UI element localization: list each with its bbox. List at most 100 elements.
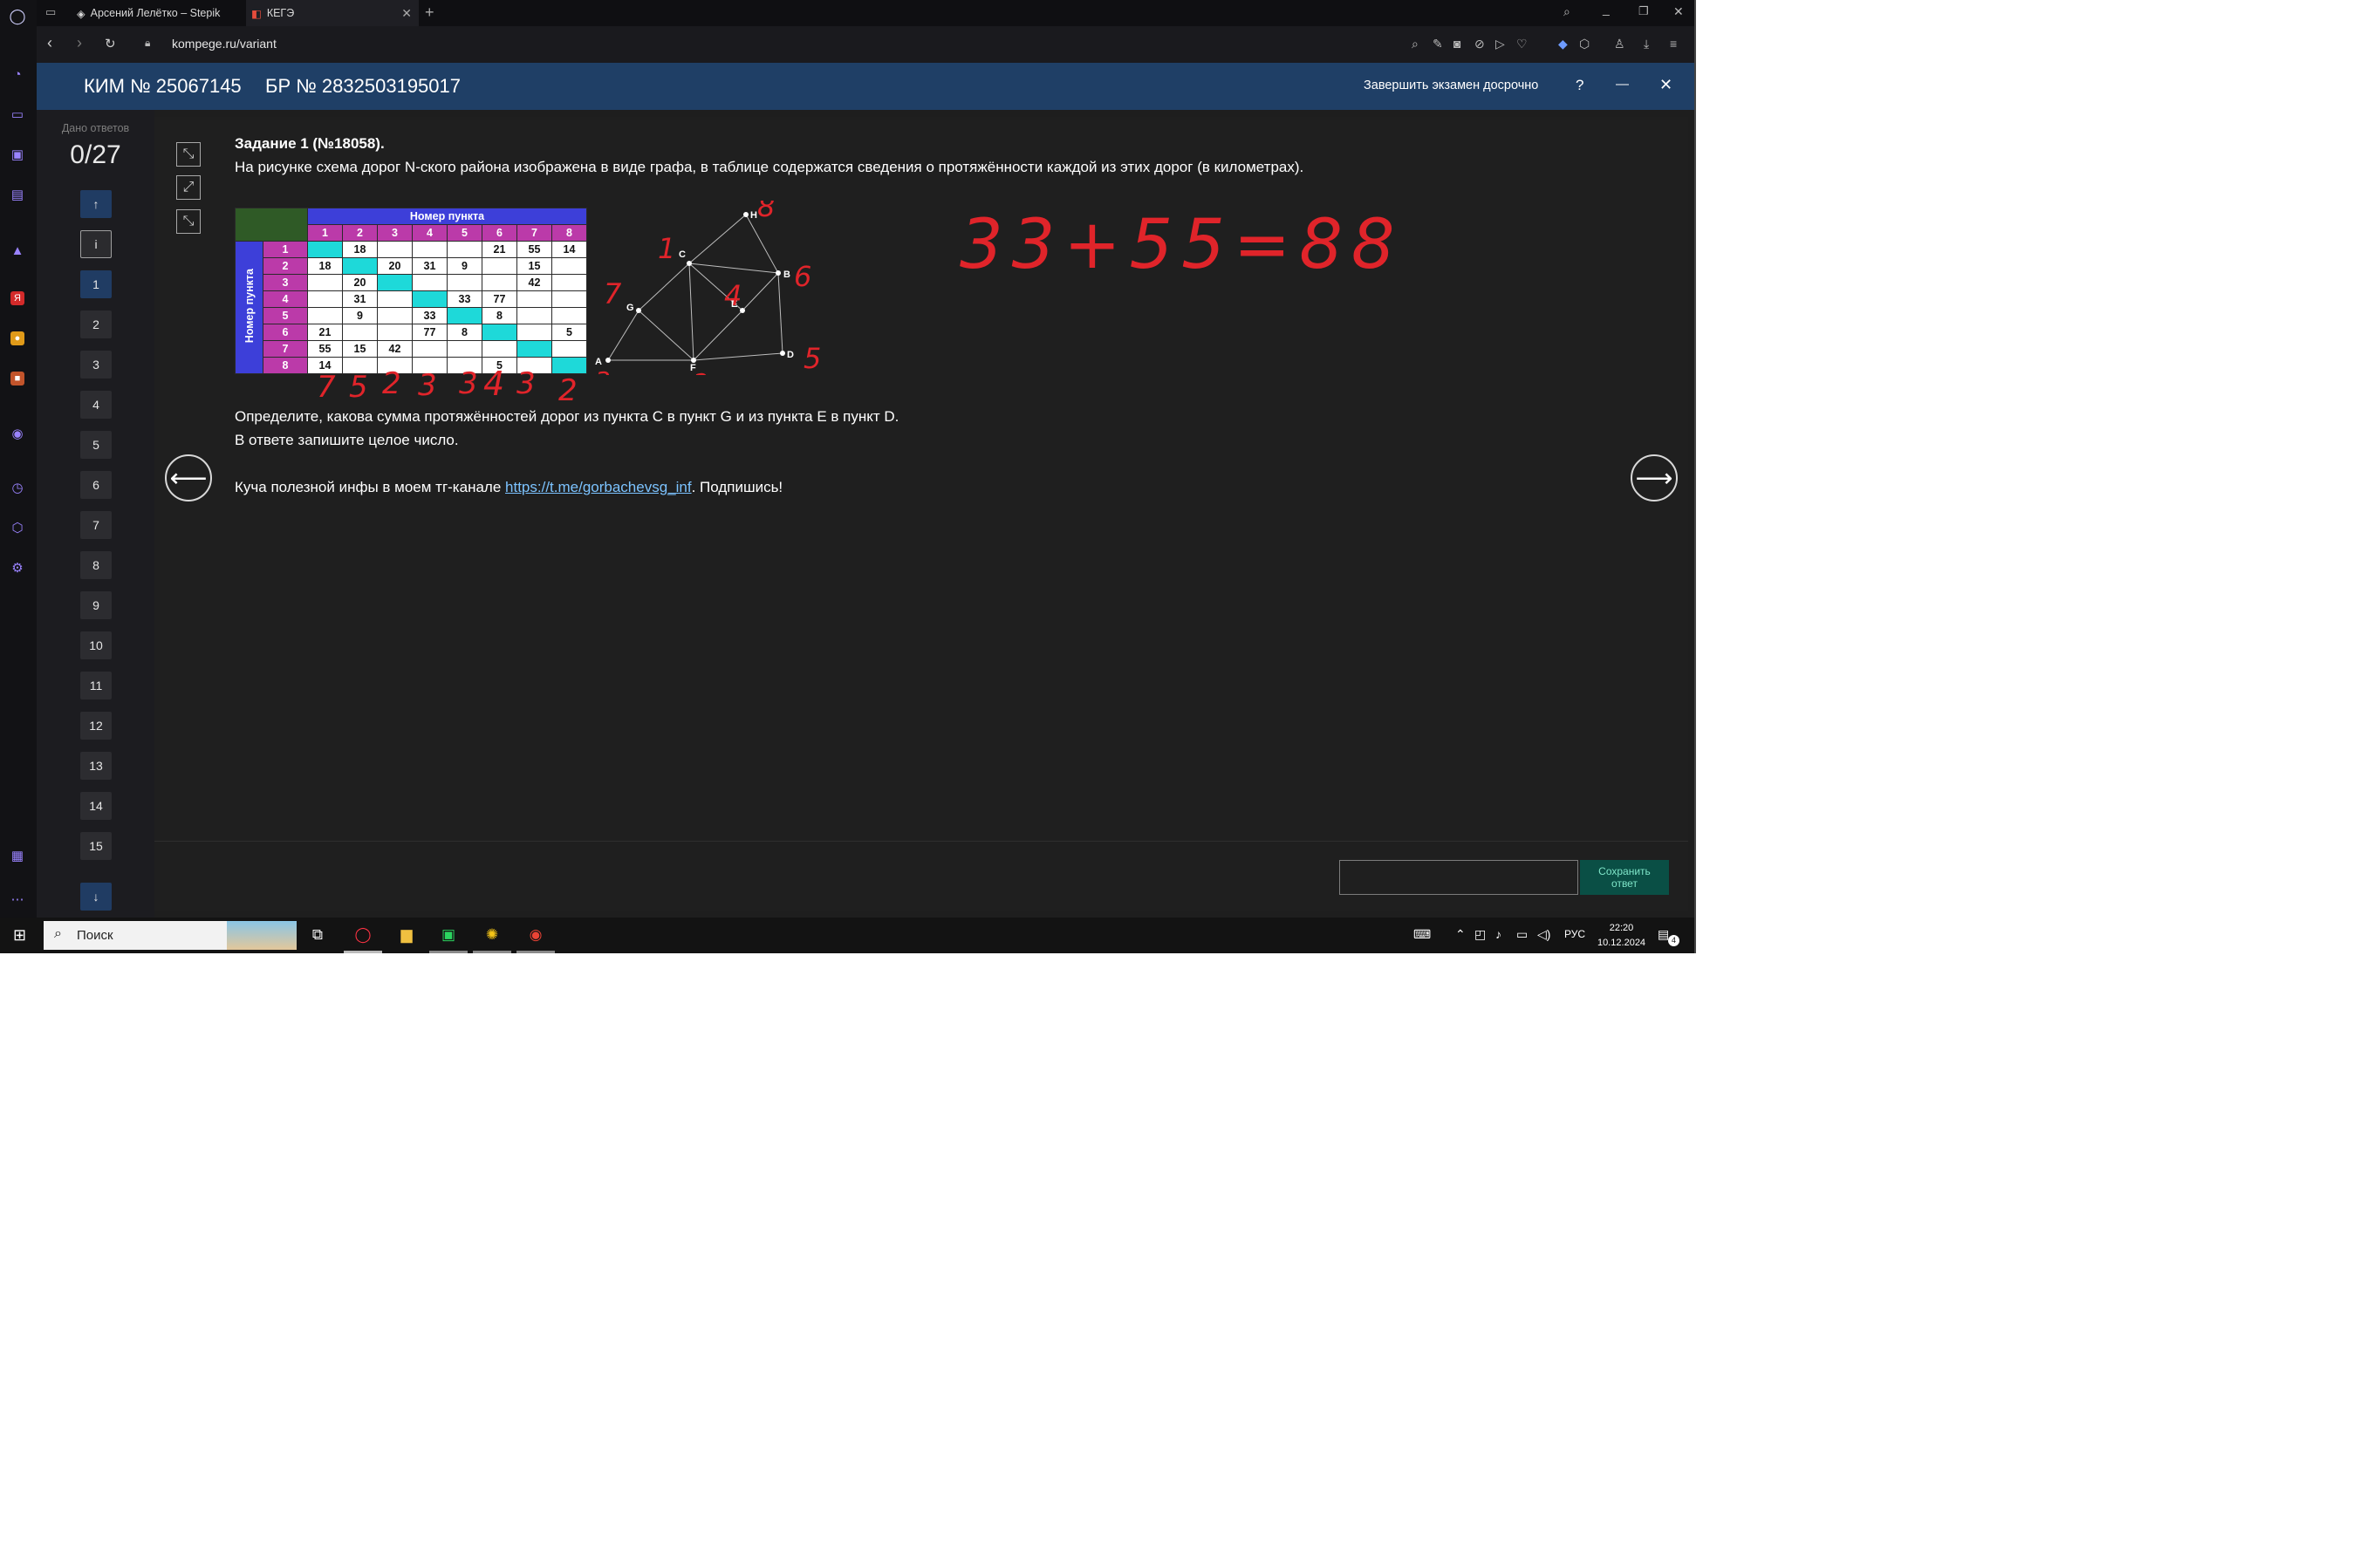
tab-kege[interactable]: ◧ КЕГЭ ✕ (246, 0, 419, 26)
more-icon[interactable]: ⋯ (8, 890, 27, 909)
taskbar-search[interactable]: ⌕ Поиск (44, 921, 297, 950)
task-view-icon[interactable]: ⧉ (305, 925, 330, 945)
workspace-icon[interactable]: ▦ (8, 846, 27, 865)
question-button-4[interactable]: 4 (80, 391, 112, 419)
camera-tray-icon[interactable]: ◰ (1474, 927, 1486, 942)
collapse-icon[interactable]: ⤡ (176, 209, 201, 234)
windows-start-icon[interactable]: ⊞ (13, 926, 26, 945)
tray-expand-icon[interactable]: ⌃ (1455, 927, 1466, 942)
answer-input[interactable] (1339, 860, 1578, 895)
question-button-3[interactable]: 3 (80, 351, 112, 379)
pycharm-icon[interactable]: ▣ (436, 925, 461, 945)
answers-given-count: 0/27 (70, 140, 121, 169)
keyboard-icon[interactable]: ⌨ (1413, 927, 1431, 942)
aria-icon[interactable]: ▲ (8, 241, 27, 260)
save-answer-button[interactable]: Сохранить ответ (1580, 860, 1669, 895)
app-icon[interactable]: ● (10, 331, 24, 345)
table-cell: 8 (482, 307, 517, 324)
minimize-icon[interactable]: — (1616, 77, 1629, 92)
screen: ◯ ◔ ▭ ▣ ▤ ▲ Я ● ■ ◉ ◷ ⬡ ⚙ ▦ ⋯ ▭ ◈ Арсени… (0, 0, 1694, 953)
bag-icon[interactable]: ▭ (8, 105, 27, 124)
search-icon[interactable]: ⌕ (1412, 37, 1419, 51)
question-button-5[interactable]: 5 (80, 431, 112, 459)
annotation-mark: 2 (382, 366, 401, 401)
question-button-13[interactable]: 13 (80, 752, 112, 780)
snapshot-icon[interactable]: ✎ (1433, 37, 1443, 51)
question-button-9[interactable]: 9 (80, 591, 112, 619)
network-icon[interactable]: ▭ (1516, 927, 1528, 942)
settings-icon[interactable]: ⚙ (8, 558, 27, 577)
player-icon[interactable]: ◉ (8, 424, 27, 443)
history-icon[interactable]: ◷ (8, 478, 27, 497)
clock[interactable]: 22:20 10.12.2024 (1597, 921, 1645, 951)
question-button-1[interactable]: 1 (80, 270, 112, 298)
table-cell (516, 324, 552, 341)
opera-taskbar-icon[interactable]: ◯ (351, 925, 375, 945)
download-icon[interactable]: ⤓ (1644, 37, 1649, 51)
question-button-15[interactable]: 15 (80, 832, 112, 860)
help-icon[interactable]: ? (1576, 77, 1583, 94)
profile-icon[interactable]: ♙ (1614, 37, 1625, 51)
question-button-2[interactable]: 2 (80, 310, 112, 338)
speed-dial-icon[interactable]: ◔ (8, 65, 27, 84)
close-icon[interactable]: ✕ (1659, 76, 1672, 94)
table-cell (377, 241, 413, 258)
extension-icon[interactable]: ◆ (1558, 37, 1568, 51)
column-header: 3 (377, 224, 413, 242)
zoom-fit-icon[interactable]: ⤡ (176, 142, 201, 167)
microphone-icon[interactable]: ♪ (1495, 927, 1501, 941)
graph-edges (607, 214, 783, 361)
window-minimize-icon[interactable]: _ (1603, 2, 1610, 16)
table-header: Номер пункта (307, 208, 587, 225)
window-restore-icon[interactable]: ❐ (1638, 4, 1649, 18)
table-cell: 77 (482, 290, 517, 308)
table-cell (447, 307, 482, 324)
finish-exam-button[interactable]: Завершить экзамен досрочно (1364, 78, 1538, 92)
game-icon[interactable]: ■ (10, 372, 24, 386)
question-button-11[interactable]: 11 (80, 672, 112, 699)
url-field[interactable]: kompege.ru/variant (172, 37, 277, 51)
question-button-10[interactable]: 10 (80, 631, 112, 659)
table-row: 2 18 20 31 9 15 (236, 257, 587, 275)
question-nav: Дано ответов 0/27 ↑ i 1 2 3 4 5 6 7 8 9 … (37, 110, 154, 918)
next-task-button[interactable]: ⟶ (1631, 454, 1678, 501)
telegram-link[interactable]: https://t.me/gorbachevsg_inf (505, 479, 692, 495)
workspaces-icon[interactable]: ▭ (45, 5, 56, 19)
reload-icon[interactable]: ↻ (105, 36, 116, 51)
twitch-icon[interactable]: ▣ (8, 145, 27, 164)
news-icon[interactable]: ▤ (8, 185, 27, 204)
forward-icon[interactable]: › (77, 34, 82, 52)
table-cell (551, 340, 587, 358)
cube-icon[interactable]: ⬡ (8, 518, 27, 537)
annotation-mark: 3 (595, 366, 611, 375)
box-icon[interactable]: ⬡ (1579, 37, 1590, 51)
new-tab-icon[interactable]: + (425, 3, 434, 22)
opera-logo-icon[interactable]: ◯ (8, 7, 27, 26)
camera-icon[interactable]: ◙ (1453, 37, 1460, 51)
adblock-icon[interactable]: ⊘ (1474, 37, 1485, 51)
previous-task-button[interactable]: ⟵ (165, 454, 212, 501)
scroll-down-button[interactable]: ↓ (80, 883, 112, 911)
scroll-up-button[interactable]: ↑ (80, 190, 112, 218)
back-icon[interactable]: ‹ (47, 34, 52, 52)
question-button-12[interactable]: 12 (80, 712, 112, 740)
kege-icon: ◧ (251, 7, 262, 20)
question-button-14[interactable]: 14 (80, 792, 112, 820)
question-button-8[interactable]: 8 (80, 551, 112, 579)
info-button[interactable]: i (80, 230, 112, 258)
chrome-icon[interactable]: ◉ (523, 925, 548, 945)
yandex-icon[interactable]: Я (10, 291, 24, 305)
tab-search-icon[interactable]: ⌕ (1563, 4, 1570, 19)
volume-icon[interactable]: ◁) (1537, 927, 1550, 942)
question-button-6[interactable]: 6 (80, 471, 112, 499)
menu-icon[interactable]: ≡ (1670, 37, 1677, 51)
input-language[interactable]: РУС (1564, 928, 1585, 940)
explorer-icon[interactable]: ▆ (394, 925, 419, 945)
question-button-7[interactable]: 7 (80, 511, 112, 539)
expand-icon[interactable]: ⤢ (176, 175, 201, 200)
window-close-icon[interactable]: ✕ (1673, 4, 1684, 19)
app-taskbar-icon[interactable]: ✺ (480, 925, 504, 945)
heart-icon[interactable]: ♡ (1516, 37, 1528, 51)
close-tab-icon[interactable]: ✕ (401, 6, 412, 21)
play-icon[interactable]: ▷ (1495, 37, 1505, 51)
